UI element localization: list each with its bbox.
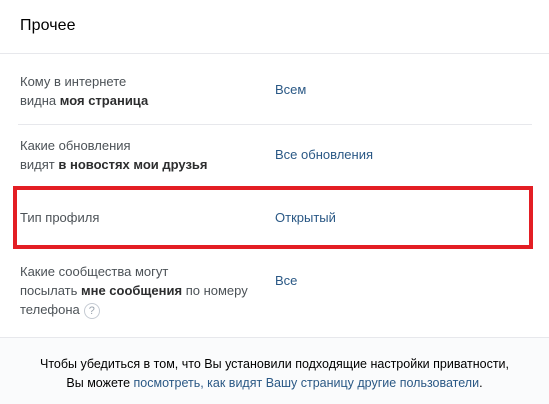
view-page-as-others-link[interactable]: посмотреть, как видят Вашу страницу друг… (134, 376, 480, 390)
setting-label-line: Какие сообщества могут (20, 264, 169, 279)
setting-label-news-updates: Какие обновления видят в новостях мои др… (20, 136, 260, 174)
footer-line: Чтобы убедиться в том, что Вы установили… (39, 357, 510, 371)
setting-label-line: видят в новостях мои друзья (20, 155, 260, 174)
setting-label-community-messages: Какие сообщества могут посылать мне сооб… (20, 262, 260, 319)
setting-value-community-messages[interactable]: Все (275, 271, 297, 290)
privacy-footer: Чтобы убедиться в том, что Вы установили… (0, 337, 549, 404)
label-bold-text: мне сообщения (80, 283, 183, 298)
label-bold-text: в новостях мои друзья (58, 157, 208, 172)
label-text: посылать (20, 283, 81, 298)
setting-label-line: телефона? (20, 300, 260, 319)
label-text: телефона (20, 302, 80, 317)
help-icon[interactable]: ? (83, 302, 100, 319)
setting-label-my-page: Кому в интернете видна моя страница (20, 72, 260, 110)
label-bold-text: моя страница (59, 93, 149, 108)
label-text: видна (20, 93, 60, 108)
setting-label-line: видна моя страница (20, 91, 260, 110)
footer-line: Вы можете посмотреть, как видят Вашу стр… (0, 374, 549, 393)
section-header: Прочее (0, 0, 549, 54)
privacy-settings-card: Прочее Кому в интернете видна моя страни… (0, 0, 549, 404)
row-separator (18, 124, 532, 125)
footer-text: Чтобы убедиться в том, что Вы установили… (0, 355, 549, 393)
setting-label-line: посылать мне сообщения по номеру (20, 281, 260, 300)
highlight-annotation (13, 186, 533, 249)
footer-text-suffix: . (479, 376, 483, 390)
footer-text-prefix: Вы можете (66, 376, 134, 390)
section-title: Прочее (20, 17, 76, 34)
setting-label-line: Кому в интернете (20, 74, 127, 89)
label-text: по номеру (182, 283, 248, 298)
label-text: видят (20, 157, 59, 172)
setting-label-line: Какие обновления (20, 138, 131, 153)
setting-value-news-updates[interactable]: Все обновления (275, 145, 373, 164)
setting-value-my-page[interactable]: Всем (275, 80, 306, 99)
